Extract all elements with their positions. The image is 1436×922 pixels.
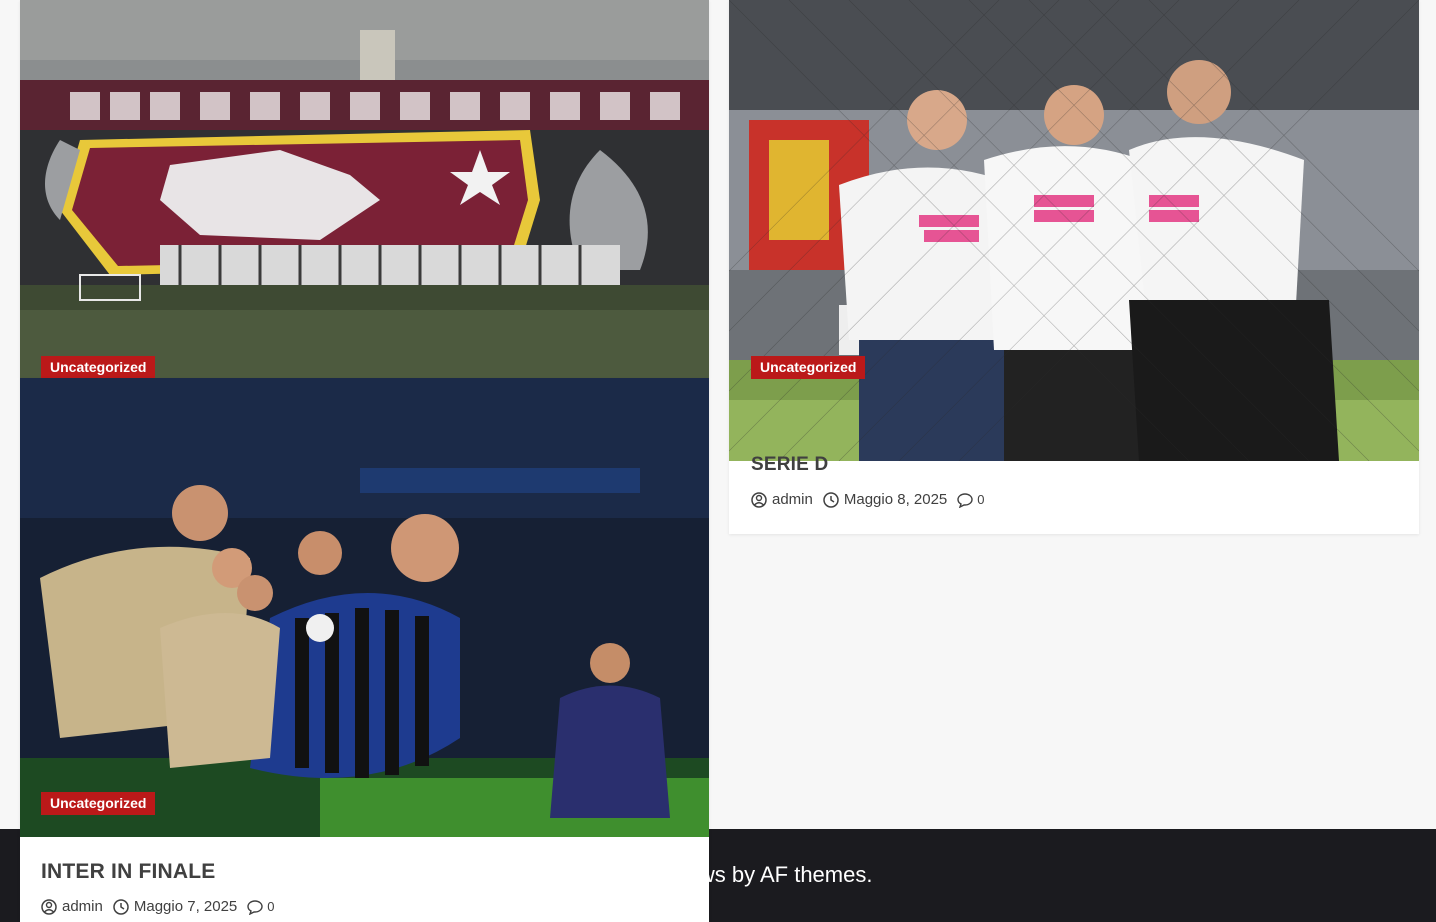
post-image-3[interactable] xyxy=(20,378,709,837)
user-circle-icon xyxy=(751,491,767,508)
post-image-2[interactable] xyxy=(729,0,1419,461)
category-badge[interactable]: Uncategorized xyxy=(41,356,156,379)
post-title[interactable]: SERIE D xyxy=(751,454,828,476)
clock-icon xyxy=(113,898,129,915)
comment-icon xyxy=(957,492,973,508)
post-author[interactable]: admin xyxy=(62,898,103,915)
post-card-2: Uncategorized SERIE D admin Maggio 8, 20… xyxy=(729,0,1419,534)
football-celebration-photo xyxy=(20,378,709,837)
post-comment-count[interactable]: 0 xyxy=(267,899,274,914)
post-date[interactable]: Maggio 8, 2025 xyxy=(844,491,947,508)
post-meta: admin Maggio 8, 2025 0 xyxy=(751,491,995,508)
category-badge[interactable]: Uncategorized xyxy=(751,356,866,379)
post-image-1[interactable] xyxy=(20,0,709,378)
post-meta: admin Maggio 7, 2025 0 xyxy=(41,898,285,915)
comment-icon xyxy=(247,899,263,915)
post-date[interactable]: Maggio 7, 2025 xyxy=(134,898,237,915)
post-author[interactable]: admin xyxy=(772,491,813,508)
celebration-photo xyxy=(729,0,1419,461)
clock-icon xyxy=(823,491,839,508)
post-card-1: Uncategorized xyxy=(20,0,709,379)
user-circle-icon xyxy=(41,898,57,915)
post-comment-count[interactable]: 0 xyxy=(977,492,984,507)
stadium-photo xyxy=(20,0,709,378)
category-badge[interactable]: Uncategorized xyxy=(41,792,156,815)
post-title[interactable]: INTER IN FINALE xyxy=(41,860,216,884)
post-card-3: Uncategorized INTER IN FINALE admin Magg… xyxy=(20,378,709,922)
